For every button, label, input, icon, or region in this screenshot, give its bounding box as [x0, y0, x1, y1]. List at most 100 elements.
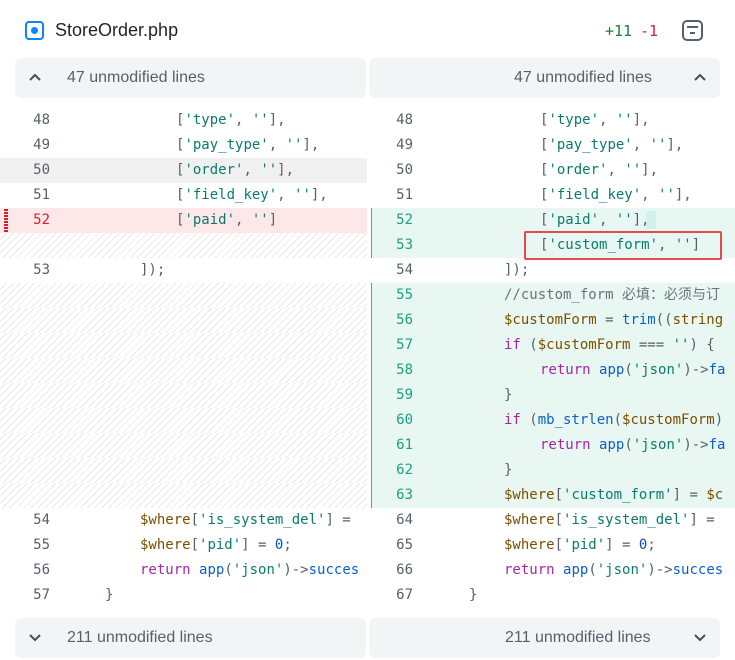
- code-line: return app('json')->fa: [540, 362, 726, 378]
- right-diff-row: 50 ['order', ''],: [371, 158, 735, 183]
- chevron-down-icon[interactable]: [693, 633, 707, 643]
- right-diff-row: 54]);: [371, 258, 735, 283]
- chevron-up-icon[interactable]: [693, 72, 707, 82]
- code-line: ['type', ''],: [176, 112, 286, 128]
- expand-top-left-label: 47 unmodified lines: [67, 69, 205, 86]
- line-number[interactable]: 67: [371, 583, 413, 608]
- code-line: }: [105, 587, 114, 603]
- line-number[interactable]: 62: [371, 458, 413, 483]
- line-number[interactable]: 52: [0, 208, 50, 233]
- code-line: ['pay_type', ''],: [540, 137, 684, 153]
- left-diff-row: 49 ['pay_type', ''],: [0, 133, 367, 158]
- right-diff-row: 59}: [371, 383, 735, 408]
- line-number[interactable]: 59: [371, 383, 413, 408]
- code-line: ['field_key', ''],: [176, 187, 328, 203]
- left-diff-row: [0, 383, 367, 408]
- line-number[interactable]: 54: [0, 508, 50, 533]
- right-diff-row: 64 $where['is_system_del'] =: [371, 508, 735, 533]
- code-line: $where['custom_form'] = $c: [504, 487, 724, 503]
- left-diff-row: 53]);: [0, 258, 367, 283]
- line-number[interactable]: 54: [371, 258, 413, 283]
- line-number[interactable]: 48: [371, 108, 413, 133]
- collapse-icon[interactable]: [682, 20, 703, 41]
- line-number[interactable]: 55: [0, 533, 50, 558]
- line-number[interactable]: 57: [0, 583, 50, 608]
- expand-top-left[interactable]: 47 unmodified lines: [15, 58, 366, 98]
- line-number[interactable]: 60: [371, 408, 413, 433]
- left-diff-row: 54 $where['is_system_del'] =: [0, 508, 367, 533]
- line-number[interactable]: 53: [0, 258, 50, 283]
- code-line: return app('json')->fa: [540, 437, 726, 453]
- expand-bar-top[interactable]: 47 unmodified lines 47 unmodified lines: [15, 58, 720, 98]
- diff-view: 48 ['type', ''], 49 ['pay_type', ''], 50 ['or…: [0, 108, 735, 608]
- right-diff-row: 63 $where['custom_form'] = $c: [371, 483, 735, 508]
- left-diff-row: 56 return app('json')->succes: [0, 558, 367, 583]
- code-line: }: [469, 587, 478, 603]
- code-line: ]);: [504, 262, 530, 278]
- code-line: }: [504, 462, 513, 478]
- code-line: $where['is_system_del'] =: [140, 512, 360, 528]
- code-line: $where['is_system_del'] =: [504, 512, 724, 528]
- expand-bottom-right-label: 211 unmodified lines: [505, 629, 651, 646]
- code-line: ['paid', '']: [176, 212, 278, 228]
- file-header: StoreOrder.php +11 -1: [0, 0, 735, 58]
- line-number[interactable]: 51: [0, 183, 50, 208]
- code-line: //custom_form 必填：必须与订: [504, 287, 721, 303]
- right-diff-row: 60 if (mb_strlen($customForm): [371, 408, 735, 433]
- right-diff-row: 65 $where['pid'] = 0;: [371, 533, 735, 558]
- code-line: if (mb_strlen($customForm): [504, 412, 724, 428]
- line-number[interactable]: 51: [371, 183, 413, 208]
- line-number[interactable]: 50: [0, 158, 50, 183]
- line-number[interactable]: 65: [371, 533, 413, 558]
- expand-bottom-left-label: 211 unmodified lines: [67, 629, 213, 646]
- line-number[interactable]: 55: [371, 283, 413, 308]
- code-line: if ($customForm === '') {: [504, 337, 715, 353]
- line-number[interactable]: 56: [371, 308, 413, 333]
- line-number[interactable]: 52: [371, 208, 413, 233]
- line-number[interactable]: 53: [371, 233, 413, 258]
- right-diff-row: 48 ['type', ''],: [371, 108, 735, 133]
- right-diff-row: 52 ['paid', ''],: [371, 208, 735, 233]
- line-number[interactable]: 64: [371, 508, 413, 533]
- right-diff-row: 62}: [371, 458, 735, 483]
- line-number[interactable]: 58: [371, 358, 413, 383]
- code-line: $where['pid'] = 0;: [140, 537, 292, 553]
- left-diff-row: [0, 283, 367, 308]
- right-diff-row: 55 //custom_form 必填：必须与订: [371, 283, 735, 308]
- right-diff-row: 56 $customForm = trim((string: [371, 308, 735, 333]
- left-diff-row: [0, 433, 367, 458]
- additions-count: +11: [605, 22, 633, 40]
- left-diff-row: [0, 358, 367, 383]
- code-line: ['type', ''],: [540, 112, 650, 128]
- chevron-up-icon[interactable]: [28, 72, 42, 82]
- expand-bar-bottom[interactable]: 211 unmodified lines 211 unmodified line…: [15, 618, 720, 658]
- right-diff-row: 58 return app('json')->fa: [371, 358, 735, 383]
- chevron-down-icon[interactable]: [28, 633, 42, 643]
- expand-bottom-left[interactable]: 211 unmodified lines: [15, 618, 366, 658]
- line-number[interactable]: 49: [0, 133, 50, 158]
- right-diff-row: 61 return app('json')->fa: [371, 433, 735, 458]
- line-number[interactable]: 57: [371, 333, 413, 358]
- line-number[interactable]: 50: [371, 158, 413, 183]
- line-number[interactable]: 61: [371, 433, 413, 458]
- right-diff-row: 57 if ($customForm === '') {: [371, 333, 735, 358]
- code-line: return app('json')->succes: [504, 562, 724, 578]
- line-number[interactable]: 48: [0, 108, 50, 133]
- code-line: ['order', ''],: [176, 162, 295, 178]
- left-diff-row: 48 ['type', ''],: [0, 108, 367, 133]
- expand-bottom-right[interactable]: 211 unmodified lines: [369, 618, 720, 658]
- line-number[interactable]: 63: [371, 483, 413, 508]
- left-diff-row: [0, 308, 367, 333]
- code-line: $customForm = trim((string: [504, 312, 724, 328]
- line-number[interactable]: 49: [371, 133, 413, 158]
- line-number[interactable]: 66: [371, 558, 413, 583]
- code-line: }: [504, 387, 513, 403]
- right-diff-row: 49 ['pay_type', ''],: [371, 133, 735, 158]
- left-diff-row: 55 $where['pid'] = 0;: [0, 533, 367, 558]
- highlight-annotation-box: [524, 231, 722, 260]
- left-diff-row: [0, 233, 367, 258]
- left-diff-row: [0, 483, 367, 508]
- line-number[interactable]: 56: [0, 558, 50, 583]
- file-name[interactable]: StoreOrder.php: [55, 20, 178, 41]
- expand-top-right[interactable]: 47 unmodified lines: [369, 58, 720, 98]
